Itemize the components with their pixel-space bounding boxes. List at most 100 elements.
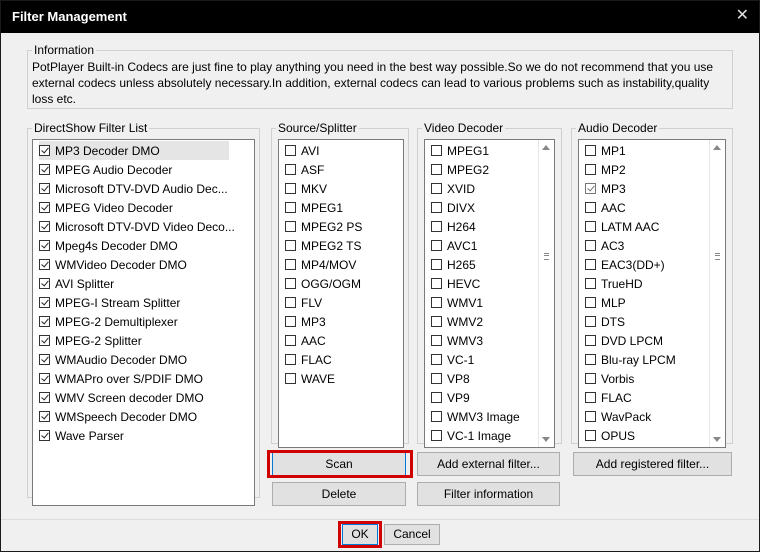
list-item[interactable]: WMV3 bbox=[431, 331, 483, 350]
checkbox-unchecked[interactable] bbox=[431, 221, 442, 232]
checkbox-checked[interactable] bbox=[39, 164, 50, 175]
list-item[interactable]: VP8 bbox=[431, 369, 470, 388]
list-item[interactable]: MPEG Video Decoder bbox=[39, 198, 173, 217]
list-item[interactable]: LATM AAC bbox=[585, 217, 659, 236]
checkbox-checked[interactable] bbox=[39, 354, 50, 365]
scroll-up-arrow-icon[interactable] bbox=[713, 145, 721, 150]
checkbox-unchecked[interactable] bbox=[585, 145, 596, 156]
list-item[interactable]: AVC1 bbox=[431, 236, 477, 255]
close-icon[interactable]: ✕ bbox=[736, 7, 749, 25]
checkbox-unchecked[interactable] bbox=[585, 373, 596, 384]
checkbox-unchecked[interactable] bbox=[285, 297, 296, 308]
list-item[interactable]: WMV1 bbox=[431, 293, 483, 312]
list-item[interactable]: TrueHD bbox=[585, 274, 643, 293]
list-item[interactable]: VC-1 Image bbox=[431, 426, 511, 445]
checkbox-unchecked[interactable] bbox=[585, 202, 596, 213]
checkbox-unchecked[interactable] bbox=[285, 145, 296, 156]
list-item[interactable]: MPEG2 bbox=[431, 160, 489, 179]
checkbox-checked[interactable] bbox=[39, 411, 50, 422]
list-item[interactable]: MPEG-2 Splitter bbox=[39, 331, 142, 350]
list-item[interactable]: HEVC bbox=[431, 274, 480, 293]
list-item[interactable]: WavPack bbox=[585, 407, 651, 426]
list-item[interactable]: MP1 bbox=[585, 141, 626, 160]
checkbox-checked[interactable] bbox=[39, 278, 50, 289]
list-item[interactable]: DVD LPCM bbox=[585, 331, 663, 350]
list-item[interactable]: MP4/MOV bbox=[285, 255, 356, 274]
cancel-button[interactable]: Cancel bbox=[384, 524, 440, 545]
list-item[interactable]: FLAC bbox=[285, 350, 332, 369]
checkbox-unchecked[interactable] bbox=[285, 259, 296, 270]
list-item[interactable]: MPEG Audio Decoder bbox=[39, 160, 172, 179]
checkbox-unchecked[interactable] bbox=[431, 430, 442, 441]
checkbox-unchecked[interactable] bbox=[431, 278, 442, 289]
checkbox-unchecked[interactable] bbox=[285, 202, 296, 213]
list-item[interactable]: WMAudio Decoder DMO bbox=[39, 350, 187, 369]
checkbox-unchecked[interactable] bbox=[431, 164, 442, 175]
checkbox-unchecked[interactable] bbox=[585, 278, 596, 289]
checkbox-unchecked[interactable] bbox=[285, 278, 296, 289]
list-item[interactable]: AVI Splitter bbox=[39, 274, 114, 293]
list-item[interactable]: DTS bbox=[585, 312, 625, 331]
checkbox-checked[interactable] bbox=[39, 297, 50, 308]
list-item[interactable]: MPEG-2 Demultiplexer bbox=[39, 312, 178, 331]
list-item[interactable]: MPEG2 PS bbox=[285, 217, 362, 236]
scroll-down-arrow-icon[interactable] bbox=[713, 437, 721, 442]
checkbox-unchecked[interactable] bbox=[431, 392, 442, 403]
list-item[interactable]: FLAC bbox=[585, 388, 632, 407]
list-item[interactable]: VC-1 bbox=[431, 350, 474, 369]
checkbox-checked[interactable] bbox=[39, 392, 50, 403]
checkbox-unchecked[interactable] bbox=[585, 430, 596, 441]
list-item[interactable]: WMSpeech Decoder DMO bbox=[39, 407, 197, 426]
checkbox-unchecked[interactable] bbox=[285, 221, 296, 232]
list-item[interactable]: Wave Parser bbox=[39, 426, 124, 445]
list-item[interactable]: OPUS bbox=[585, 426, 635, 445]
list-item[interactable]: AVI bbox=[285, 141, 319, 160]
list-item[interactable]: WMV Screen decoder DMO bbox=[39, 388, 204, 407]
checkbox-unchecked[interactable] bbox=[585, 411, 596, 422]
list-item[interactable]: ASF bbox=[285, 160, 324, 179]
list-item[interactable]: Blu-ray LPCM bbox=[585, 350, 676, 369]
checkbox-unchecked[interactable] bbox=[431, 335, 442, 346]
checkbox-unchecked[interactable] bbox=[431, 145, 442, 156]
list-item[interactable]: MPEG2 TS bbox=[285, 236, 361, 255]
delete-button[interactable]: Delete bbox=[272, 482, 406, 506]
list-item[interactable]: WMV2 bbox=[431, 312, 483, 331]
checkbox-unchecked[interactable] bbox=[585, 221, 596, 232]
checkbox-checked[interactable] bbox=[39, 202, 50, 213]
list-item[interactable]: Microsoft DTV-DVD Audio Dec... bbox=[39, 179, 228, 198]
source-splitter-list[interactable]: AVI ASF MKV MPEG1 MPEG2 PS MPEG2 TS MP4/MOV OGG… bbox=[278, 139, 404, 448]
list-item[interactable]: DIVX bbox=[431, 198, 475, 217]
checkbox-unchecked[interactable] bbox=[431, 183, 442, 194]
checkbox-unchecked[interactable] bbox=[431, 297, 442, 308]
list-item[interactable]: MP3 bbox=[285, 312, 326, 331]
audio-decoder-list[interactable]: MP1 MP2 MP3 AAC LATM AAC AC3 EAC3(DD+) TrueHD ML… bbox=[578, 139, 726, 448]
list-item[interactable]: XVID bbox=[431, 179, 475, 198]
checkbox-unchecked[interactable] bbox=[585, 240, 596, 251]
checkbox-checked[interactable] bbox=[39, 430, 50, 441]
list-item[interactable]: MPEG1 bbox=[431, 141, 489, 160]
add-external-filter-button[interactable]: Add external filter... bbox=[417, 452, 560, 476]
checkbox-checked[interactable] bbox=[39, 316, 50, 327]
checkbox-checked[interactable] bbox=[39, 145, 50, 156]
checkbox-unchecked[interactable] bbox=[431, 373, 442, 384]
checkbox-checked[interactable] bbox=[39, 221, 50, 232]
checkbox-checked[interactable] bbox=[39, 240, 50, 251]
scroll-thumb-grip-icon[interactable] bbox=[544, 253, 549, 260]
scroll-down-arrow-icon[interactable] bbox=[542, 437, 550, 442]
checkbox-checked[interactable] bbox=[39, 373, 50, 384]
list-item[interactable]: WAVE bbox=[285, 369, 335, 388]
video-decoder-scrollbar[interactable] bbox=[538, 140, 554, 447]
checkbox-unchecked[interactable] bbox=[585, 164, 596, 175]
list-item[interactable]: MPEG-I Stream Splitter bbox=[39, 293, 180, 312]
list-item[interactable]: WMVideo Decoder DMO bbox=[39, 255, 187, 274]
checkbox-unchecked[interactable] bbox=[285, 335, 296, 346]
list-item[interactable]: MPEG1 bbox=[285, 198, 343, 217]
checkbox-checked[interactable] bbox=[585, 183, 596, 194]
checkbox-unchecked[interactable] bbox=[585, 335, 596, 346]
checkbox-unchecked[interactable] bbox=[585, 297, 596, 308]
checkbox-unchecked[interactable] bbox=[285, 316, 296, 327]
checkbox-unchecked[interactable] bbox=[285, 164, 296, 175]
list-item[interactable]: Mpeg4s Decoder DMO bbox=[39, 236, 178, 255]
list-item[interactable]: H264 bbox=[431, 217, 476, 236]
list-item[interactable]: Vorbis bbox=[585, 369, 634, 388]
